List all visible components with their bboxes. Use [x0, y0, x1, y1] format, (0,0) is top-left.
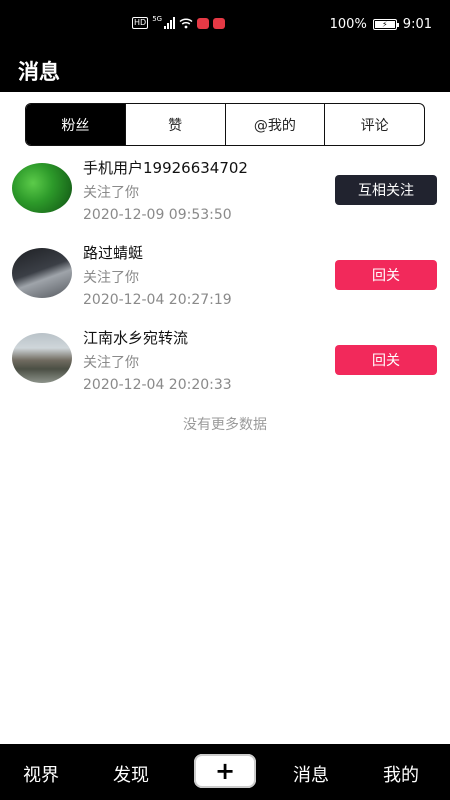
follow-notice: 关注了你 — [83, 185, 139, 201]
no-more-data-text: 没有更多数据 — [183, 417, 267, 433]
message-tabs: 粉丝 赞 @我的 评论 — [25, 103, 425, 146]
nav-item-me[interactable]: 我的 — [383, 761, 419, 787]
timestamp: 2020-12-09 09:53:50 — [83, 207, 232, 223]
battery-icon: ⚡ — [372, 19, 399, 30]
avatar[interactable] — [12, 163, 72, 213]
user-name[interactable]: 江南水乡宛转流 — [83, 327, 188, 348]
app-notification-icon — [197, 17, 210, 29]
nav-item-vision[interactable]: 视界 — [23, 761, 59, 787]
create-post-button[interactable]: + — [194, 754, 256, 788]
avatar[interactable] — [12, 248, 72, 298]
mutual-follow-button[interactable]: 互相关注 — [335, 175, 437, 205]
app-header: 消息 — [0, 52, 450, 92]
follow-back-button[interactable]: 回关 — [335, 345, 437, 375]
nav-item-discover[interactable]: 发现 — [113, 761, 149, 787]
network-type-label: 5G — [152, 15, 163, 23]
tab-mentions[interactable]: @我的 — [224, 104, 325, 145]
user-name[interactable]: 手机用户19926634702 — [83, 157, 248, 178]
tab-fans[interactable]: 粉丝 — [26, 104, 125, 145]
follower-item[interactable]: 江南水乡宛转流 关注了你 2020-12-04 20:20:33 回关 — [0, 324, 450, 409]
follow-notice: 关注了你 — [83, 270, 139, 286]
follow-back-button[interactable]: 回关 — [335, 260, 437, 290]
battery-percent: 100% — [329, 17, 367, 32]
plus-icon: + — [214, 757, 236, 785]
status-icons: HD 5G — [132, 15, 226, 29]
nav-item-messages[interactable]: 消息 — [293, 761, 329, 787]
timestamp: 2020-12-04 20:20:33 — [83, 377, 232, 393]
timestamp: 2020-12-04 20:27:19 — [83, 292, 232, 308]
status-bar: HD 5G 100% ⚡ 9:01 — [0, 0, 450, 52]
follower-item[interactable]: 手机用户19926634702 关注了你 2020-12-09 09:53:50… — [0, 154, 450, 239]
wifi-icon — [179, 18, 193, 29]
follower-list: 手机用户19926634702 关注了你 2020-12-09 09:53:50… — [0, 154, 450, 409]
avatar[interactable] — [12, 333, 72, 383]
bottom-nav: 视界 发现 + 消息 我的 — [0, 744, 450, 800]
signal-icon — [164, 17, 176, 29]
follow-notice: 关注了你 — [83, 355, 139, 371]
page-title: 消息 — [18, 60, 60, 84]
status-right: 100% ⚡ 9:01 — [330, 17, 432, 32]
user-name[interactable]: 路过蜻蜓 — [83, 242, 143, 263]
message-content: 粉丝 赞 @我的 评论 手机用户19926634702 关注了你 2020-12… — [0, 92, 450, 744]
follower-item[interactable]: 路过蜻蜓 关注了你 2020-12-04 20:27:19 回关 — [0, 239, 450, 324]
tab-likes[interactable]: 赞 — [124, 104, 225, 145]
tab-comments[interactable]: 评论 — [324, 104, 424, 145]
app-notification-icon — [213, 17, 226, 29]
clock: 9:01 — [402, 17, 432, 32]
hd-icon: HD — [132, 17, 149, 29]
